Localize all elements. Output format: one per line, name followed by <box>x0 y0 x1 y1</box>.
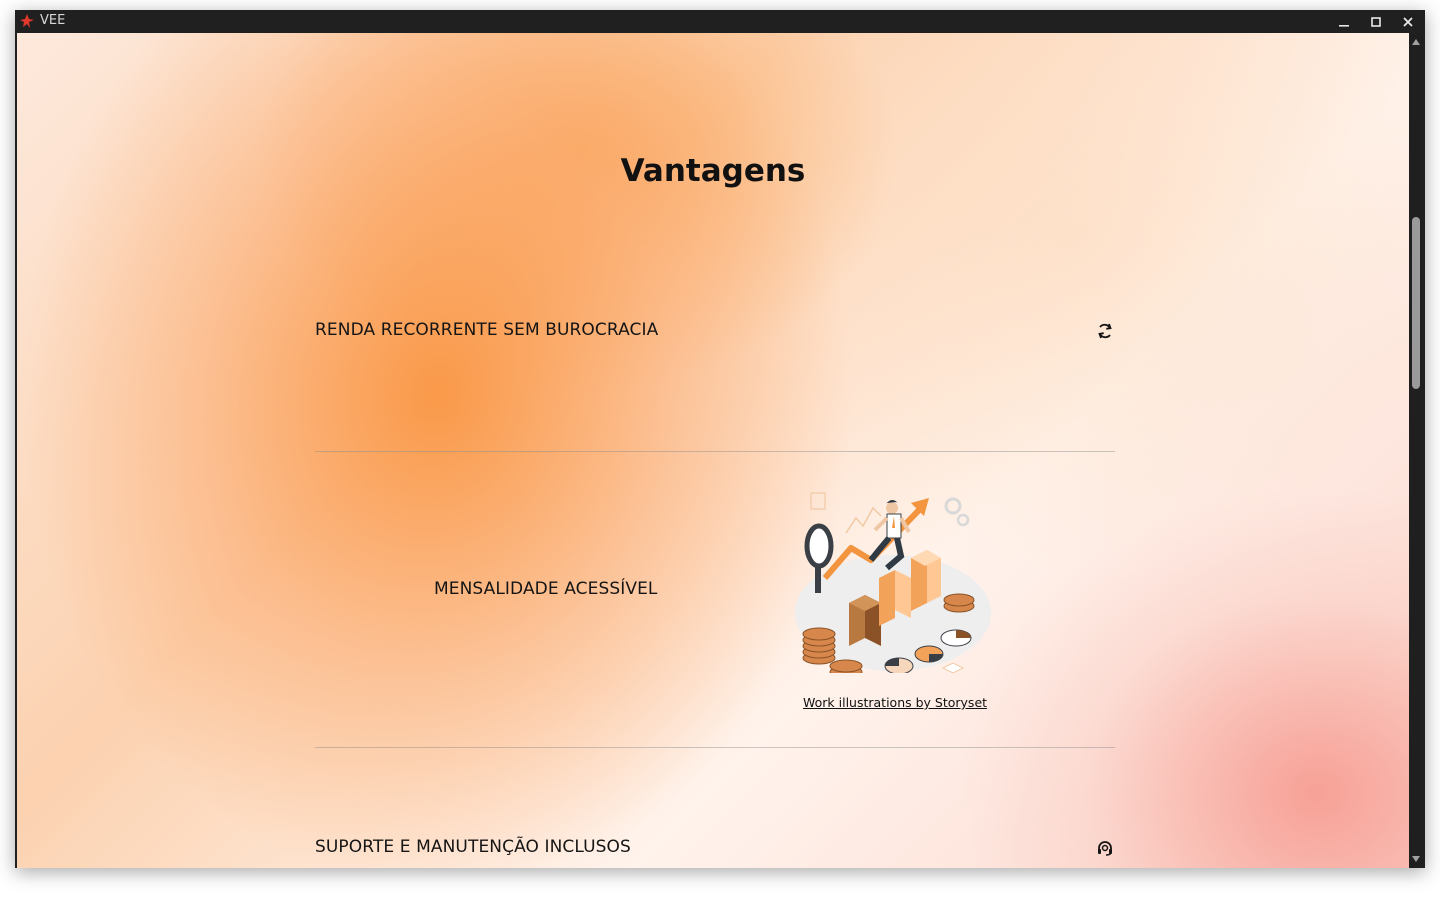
scroll-up-arrow-icon[interactable] <box>1412 39 1420 45</box>
close-icon <box>1403 16 1413 27</box>
app-logo-icon <box>20 14 34 28</box>
finance-growth-illustration <box>795 492 991 673</box>
window-title: VEE <box>40 13 66 28</box>
row-divider <box>315 451 1115 452</box>
headset-support-icon <box>1098 841 1112 856</box>
advantage-label-recurring-income: RENDA RECORRENTE SEM BUROCRACIA <box>315 320 659 340</box>
scrollbar-thumb[interactable] <box>1412 217 1420 389</box>
illustration-credit-link[interactable]: Work illustrations by Storyset <box>803 695 987 710</box>
advantage-label-affordable-fee: MENSALIDADE ACESSÍVEL <box>434 579 658 599</box>
page-title: Vantagens <box>620 153 806 189</box>
advantage-label-support-maintenance: SUPORTE E MANUTENÇÃO INCLUSOS <box>315 837 631 857</box>
row-divider <box>315 747 1115 748</box>
title-bar[interactable]: VEE <box>15 10 1425 33</box>
minimize-icon <box>1339 24 1349 27</box>
maximize-button[interactable] <box>1360 10 1392 33</box>
minimize-button[interactable] <box>1328 10 1360 33</box>
close-button[interactable] <box>1392 10 1424 33</box>
vertical-scrollbar[interactable] <box>1409 33 1423 868</box>
main-content: Vantagens RENDA RECORRENTE SEM BUROCRACI… <box>17 33 1409 868</box>
scroll-down-arrow-icon[interactable] <box>1412 856 1420 862</box>
refresh-icon <box>1098 323 1112 339</box>
maximize-icon <box>1371 16 1381 27</box>
app-window: VEE Vantagens RENDA RECORRENTE SEM BUROC… <box>15 10 1425 868</box>
